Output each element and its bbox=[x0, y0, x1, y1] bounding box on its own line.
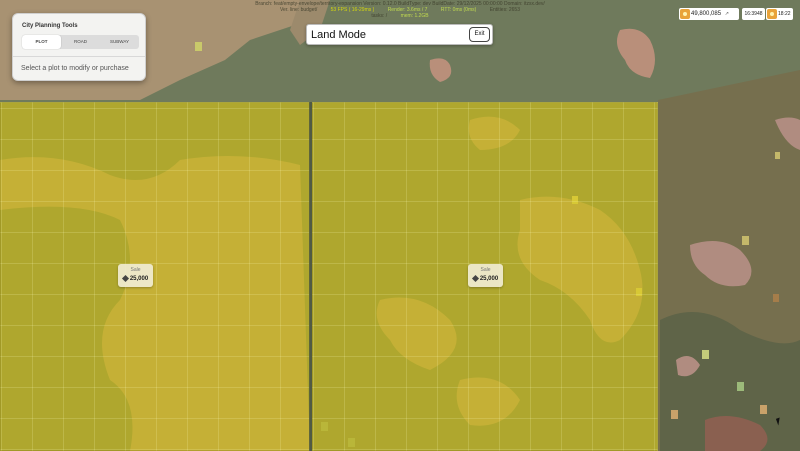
debug-mem: mem: 1.2GB bbox=[400, 13, 429, 19]
coin-icon bbox=[680, 9, 690, 19]
panel-hint: Select a plot to modify or purchase bbox=[21, 65, 129, 72]
coin-value: 49,800,085 bbox=[691, 11, 722, 17]
gem-icon bbox=[471, 274, 479, 283]
level-indicator: 16:3948 bbox=[742, 8, 765, 20]
tab-plot[interactable]: PLOT bbox=[22, 35, 61, 49]
plot-sale-badge[interactable]: Sale 25,000 bbox=[118, 264, 153, 287]
tab-road[interactable]: ROAD bbox=[61, 35, 100, 49]
plot-sale-badge[interactable]: Sale 25,000 bbox=[468, 264, 503, 287]
tree-icon bbox=[742, 236, 749, 245]
debug-line-tasks: tasks: / mem: 1.2GB bbox=[220, 13, 580, 19]
coin-balance[interactable]: 49,800,085 ↗ bbox=[679, 8, 739, 20]
mode-title: Land Mode bbox=[311, 29, 367, 41]
tool-tabs: PLOT ROAD SUBWAY bbox=[22, 35, 139, 49]
plot-status: Sale bbox=[480, 267, 491, 273]
tree-icon bbox=[702, 350, 709, 359]
plot-price: 25,000 bbox=[468, 274, 503, 283]
plot-status: Sale bbox=[130, 267, 141, 273]
panel-divider bbox=[13, 56, 145, 57]
tree-icon bbox=[195, 42, 202, 51]
exit-button[interactable]: Exit bbox=[469, 27, 490, 42]
sun-icon bbox=[767, 9, 777, 19]
debug-overlay: Branch: feat/empty-envelope/territory-ex… bbox=[220, 1, 580, 19]
tree-icon bbox=[773, 294, 779, 302]
tree-icon bbox=[671, 410, 678, 419]
city-planning-tools-panel: City Planning Tools PLOT ROAD SUBWAY Sel… bbox=[12, 13, 146, 81]
external-link-icon[interactable]: ↗ bbox=[725, 8, 729, 20]
gem-icon bbox=[121, 274, 129, 283]
debug-entities: Entities: 2653 bbox=[489, 7, 520, 13]
plot-price-value: 25,000 bbox=[129, 276, 149, 283]
debug-tasks: tasks: / bbox=[371, 13, 388, 19]
tab-subway[interactable]: SUBWAY bbox=[100, 35, 139, 49]
tree-icon bbox=[737, 382, 744, 391]
land-mode-bar: Land Mode Exit bbox=[306, 24, 493, 45]
plot-boundary-road bbox=[309, 102, 312, 451]
debug-rtt: RTT: 0ms (0ms) bbox=[440, 7, 477, 13]
land-plot-left[interactable] bbox=[0, 102, 310, 451]
tree-icon bbox=[760, 405, 767, 414]
clock-value: 18:22 bbox=[778, 11, 791, 17]
panel-title: City Planning Tools bbox=[22, 23, 78, 29]
tree-icon bbox=[775, 152, 780, 159]
plot-price: 25,000 bbox=[118, 274, 153, 283]
game-clock: 18:22 bbox=[766, 8, 793, 20]
debug-label: Ver. line: budget/ bbox=[280, 7, 318, 13]
plot-price-value: 25,000 bbox=[479, 276, 499, 283]
